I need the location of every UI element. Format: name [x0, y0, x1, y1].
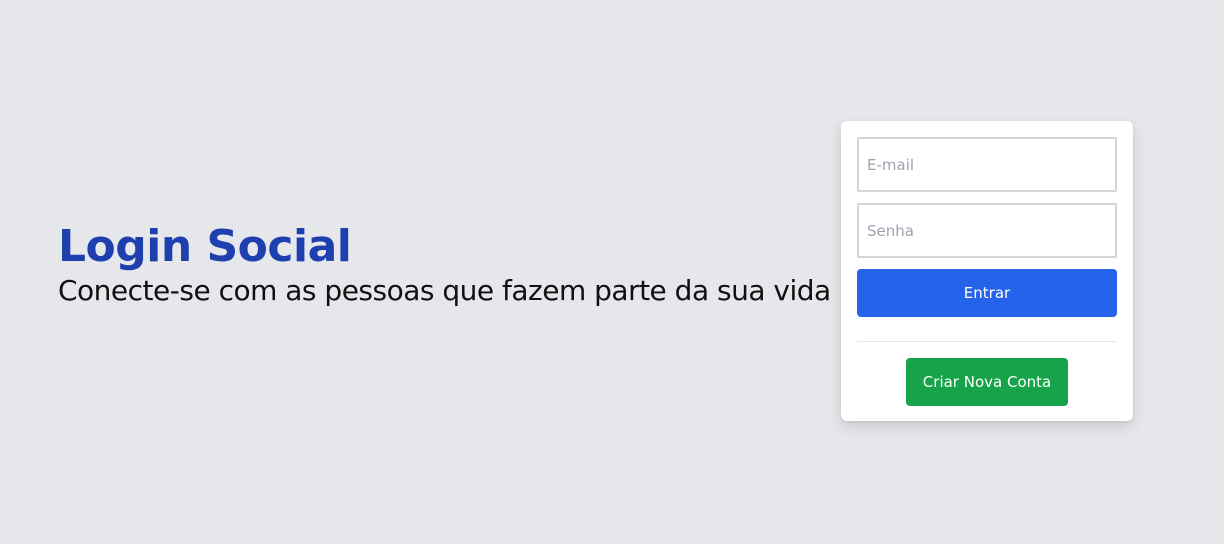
login-card: Entrar Criar Nova Conta: [841, 121, 1133, 421]
email-field[interactable]: [857, 137, 1117, 192]
hero-section: Login Social Conecte-se com as pessoas q…: [58, 220, 831, 308]
password-field[interactable]: [857, 203, 1117, 258]
login-button[interactable]: Entrar: [857, 269, 1117, 317]
page-title: Login Social: [58, 221, 352, 272]
divider: [857, 341, 1117, 342]
create-account-button[interactable]: Criar Nova Conta: [906, 358, 1068, 406]
page-subtitle: Conecte-se com as pessoas que fazem part…: [58, 274, 831, 307]
